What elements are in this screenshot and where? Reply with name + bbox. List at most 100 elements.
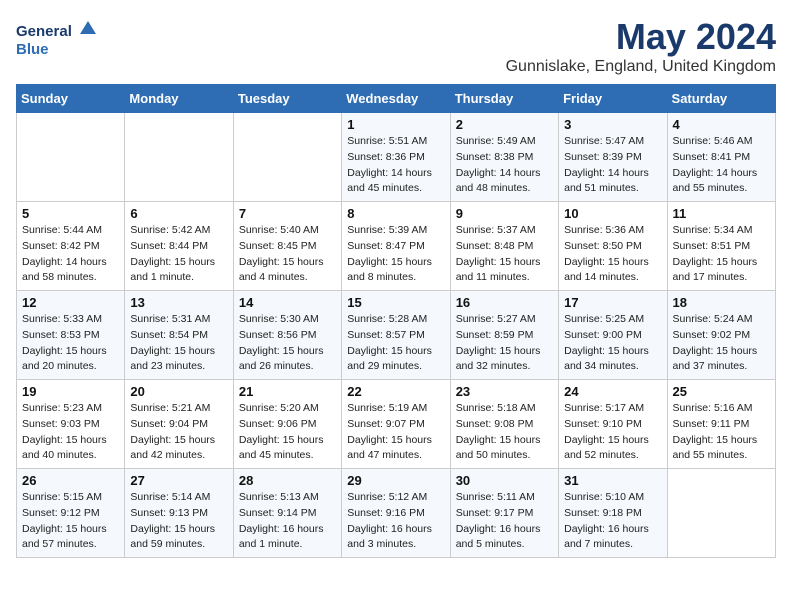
day-number: 4: [673, 117, 770, 132]
day-info: Sunrise: 5:36 AM Sunset: 8:50 PM Dayligh…: [564, 223, 661, 286]
day-info: Sunrise: 5:47 AM Sunset: 8:39 PM Dayligh…: [564, 134, 661, 197]
logo: General Blue: [16, 16, 96, 61]
logo-svg: General Blue: [16, 16, 96, 61]
day-info: Sunrise: 5:39 AM Sunset: 8:47 PM Dayligh…: [347, 223, 444, 286]
day-number: 27: [130, 473, 227, 488]
day-info: Sunrise: 5:13 AM Sunset: 9:14 PM Dayligh…: [239, 490, 336, 553]
header-cell-wednesday: Wednesday: [342, 85, 450, 113]
subtitle: Gunnislake, England, United Kingdom: [506, 58, 776, 76]
svg-text:Blue: Blue: [16, 41, 49, 58]
calendar-table: SundayMondayTuesdayWednesdayThursdayFrid…: [16, 84, 776, 558]
calendar-cell: 31 Sunrise: 5:10 AM Sunset: 9:18 PM Dayli…: [559, 469, 667, 558]
day-number: 2: [456, 117, 553, 132]
calendar-cell: 19 Sunrise: 5:23 AM Sunset: 9:03 PM Dayli…: [17, 380, 125, 469]
day-info: Sunrise: 5:37 AM Sunset: 8:48 PM Dayligh…: [456, 223, 553, 286]
day-info: Sunrise: 5:30 AM Sunset: 8:56 PM Dayligh…: [239, 312, 336, 375]
day-info: Sunrise: 5:34 AM Sunset: 8:51 PM Dayligh…: [673, 223, 770, 286]
day-number: 31: [564, 473, 661, 488]
calendar-cell: 29Sunrise: 5:12 AM Sunset: 9:16 PM Dayli…: [342, 469, 450, 558]
calendar-cell: 15 Sunrise: 5:28 AM Sunset: 8:57 PM Dayli…: [342, 291, 450, 380]
week-row-5: 26 Sunrise: 5:15 AM Sunset: 9:12 PM Dayli…: [17, 469, 776, 558]
calendar-cell: 2 Sunrise: 5:49 AM Sunset: 8:38 PM Daylig…: [450, 113, 558, 202]
day-number: 24: [564, 384, 661, 399]
day-number: 28: [239, 473, 336, 488]
header-cell-thursday: Thursday: [450, 85, 558, 113]
day-info: Sunrise: 5:27 AM Sunset: 8:59 PM Dayligh…: [456, 312, 553, 375]
day-info: Sunrise: 5:10 AM Sunset: 9:18 PM Dayligh…: [564, 490, 661, 553]
week-row-3: 12 Sunrise: 5:33 AM Sunset: 8:53 PM Dayli…: [17, 291, 776, 380]
calendar-cell: 17 Sunrise: 5:25 AM Sunset: 9:00 PM Dayli…: [559, 291, 667, 380]
calendar-cell: 10 Sunrise: 5:36 AM Sunset: 8:50 PM Dayli…: [559, 202, 667, 291]
day-number: 6: [130, 206, 227, 221]
day-info: Sunrise: 5:51 AM Sunset: 8:36 PM Dayligh…: [347, 134, 444, 197]
calendar-cell: 12 Sunrise: 5:33 AM Sunset: 8:53 PM Dayli…: [17, 291, 125, 380]
calendar-cell: 23Sunrise: 5:18 AM Sunset: 9:08 PM Dayli…: [450, 380, 558, 469]
day-info: Sunrise: 5:15 AM Sunset: 9:12 PM Dayligh…: [22, 490, 119, 553]
day-number: 26: [22, 473, 119, 488]
calendar-cell: 22 Sunrise: 5:19 AM Sunset: 9:07 PM Dayli…: [342, 380, 450, 469]
header-cell-sunday: Sunday: [17, 85, 125, 113]
calendar-cell: 7Sunrise: 5:40 AM Sunset: 8:45 PM Daylig…: [233, 202, 341, 291]
day-number: 12: [22, 295, 119, 310]
day-info: Sunrise: 5:49 AM Sunset: 8:38 PM Dayligh…: [456, 134, 553, 197]
day-info: Sunrise: 5:20 AM Sunset: 9:06 PM Dayligh…: [239, 401, 336, 464]
day-number: 14: [239, 295, 336, 310]
calendar-cell: [125, 113, 233, 202]
week-row-1: 1Sunrise: 5:51 AM Sunset: 8:36 PM Daylig…: [17, 113, 776, 202]
calendar-cell: 21 Sunrise: 5:20 AM Sunset: 9:06 PM Dayli…: [233, 380, 341, 469]
day-info: Sunrise: 5:11 AM Sunset: 9:17 PM Dayligh…: [456, 490, 553, 553]
calendar-cell: 14 Sunrise: 5:30 AM Sunset: 8:56 PM Dayli…: [233, 291, 341, 380]
calendar-cell: 30 Sunrise: 5:11 AM Sunset: 9:17 PM Dayli…: [450, 469, 558, 558]
day-info: Sunrise: 5:28 AM Sunset: 8:57 PM Dayligh…: [347, 312, 444, 375]
header-cell-saturday: Saturday: [667, 85, 775, 113]
calendar-cell: 16Sunrise: 5:27 AM Sunset: 8:59 PM Dayli…: [450, 291, 558, 380]
day-number: 18: [673, 295, 770, 310]
day-info: Sunrise: 5:40 AM Sunset: 8:45 PM Dayligh…: [239, 223, 336, 286]
day-info: Sunrise: 5:14 AM Sunset: 9:13 PM Dayligh…: [130, 490, 227, 553]
day-info: Sunrise: 5:46 AM Sunset: 8:41 PM Dayligh…: [673, 134, 770, 197]
day-number: 11: [673, 206, 770, 221]
day-number: 17: [564, 295, 661, 310]
day-number: 20: [130, 384, 227, 399]
day-number: 15: [347, 295, 444, 310]
svg-text:General: General: [16, 23, 72, 40]
calendar-cell: 4 Sunrise: 5:46 AM Sunset: 8:41 PM Daylig…: [667, 113, 775, 202]
header-cell-tuesday: Tuesday: [233, 85, 341, 113]
calendar-cell: 13Sunrise: 5:31 AM Sunset: 8:54 PM Dayli…: [125, 291, 233, 380]
day-number: 30: [456, 473, 553, 488]
day-number: 25: [673, 384, 770, 399]
day-number: 23: [456, 384, 553, 399]
header-cell-monday: Monday: [125, 85, 233, 113]
day-info: Sunrise: 5:44 AM Sunset: 8:42 PM Dayligh…: [22, 223, 119, 286]
day-number: 22: [347, 384, 444, 399]
day-number: 21: [239, 384, 336, 399]
calendar-cell: 1Sunrise: 5:51 AM Sunset: 8:36 PM Daylig…: [342, 113, 450, 202]
day-info: Sunrise: 5:25 AM Sunset: 9:00 PM Dayligh…: [564, 312, 661, 375]
day-info: Sunrise: 5:23 AM Sunset: 9:03 PM Dayligh…: [22, 401, 119, 464]
calendar-cell: [17, 113, 125, 202]
calendar-cell: 24 Sunrise: 5:17 AM Sunset: 9:10 PM Dayli…: [559, 380, 667, 469]
week-row-2: 5Sunrise: 5:44 AM Sunset: 8:42 PM Daylig…: [17, 202, 776, 291]
calendar-cell: 6 Sunrise: 5:42 AM Sunset: 8:44 PM Daylig…: [125, 202, 233, 291]
calendar-cell: 25Sunrise: 5:16 AM Sunset: 9:11 PM Dayli…: [667, 380, 775, 469]
header-cell-friday: Friday: [559, 85, 667, 113]
calendar-cell: [667, 469, 775, 558]
day-number: 3: [564, 117, 661, 132]
calendar-cell: 28 Sunrise: 5:13 AM Sunset: 9:14 PM Dayli…: [233, 469, 341, 558]
day-info: Sunrise: 5:21 AM Sunset: 9:04 PM Dayligh…: [130, 401, 227, 464]
calendar-cell: 9 Sunrise: 5:37 AM Sunset: 8:48 PM Daylig…: [450, 202, 558, 291]
title-block: May 2024 Gunnislake, England, United Kin…: [506, 16, 776, 76]
day-info: Sunrise: 5:19 AM Sunset: 9:07 PM Dayligh…: [347, 401, 444, 464]
calendar-cell: 8Sunrise: 5:39 AM Sunset: 8:47 PM Daylig…: [342, 202, 450, 291]
calendar-cell: 18Sunrise: 5:24 AM Sunset: 9:02 PM Dayli…: [667, 291, 775, 380]
calendar-cell: 5Sunrise: 5:44 AM Sunset: 8:42 PM Daylig…: [17, 202, 125, 291]
day-info: Sunrise: 5:42 AM Sunset: 8:44 PM Dayligh…: [130, 223, 227, 286]
day-info: Sunrise: 5:33 AM Sunset: 8:53 PM Dayligh…: [22, 312, 119, 375]
page-header: General Blue May 2024 Gunnislake, Englan…: [16, 16, 776, 76]
week-row-4: 19 Sunrise: 5:23 AM Sunset: 9:03 PM Dayli…: [17, 380, 776, 469]
day-number: 10: [564, 206, 661, 221]
day-info: Sunrise: 5:17 AM Sunset: 9:10 PM Dayligh…: [564, 401, 661, 464]
day-number: 13: [130, 295, 227, 310]
day-number: 9: [456, 206, 553, 221]
day-number: 19: [22, 384, 119, 399]
